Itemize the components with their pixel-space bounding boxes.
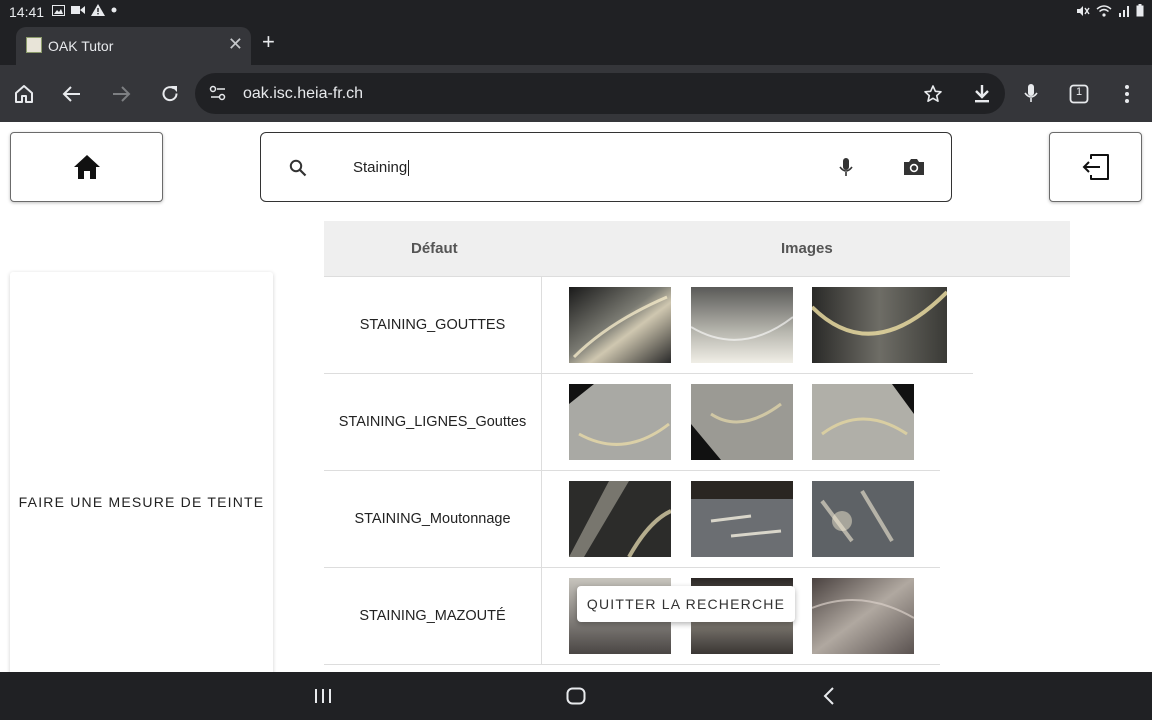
home-icon[interactable] [11,81,37,107]
mute-icon [1077,5,1090,16]
table-header: Défaut Images [324,221,1070,277]
defect-name: STAINING_MAZOUTÉ [324,568,542,664]
close-tab-icon[interactable]: ✕ [228,34,243,55]
more-menu-icon[interactable] [1114,81,1140,107]
forward-icon[interactable] [108,81,134,107]
text-caret [408,160,410,177]
image-notification-icon [52,4,65,16]
address-bar[interactable]: oak.isc.heia-fr.ch [195,73,1005,114]
defect-name: STAINING_Moutonnage [324,471,542,567]
bookmark-star-icon[interactable] [920,81,946,107]
defect-image[interactable] [812,384,914,460]
defect-image[interactable] [569,287,671,363]
video-notification-icon [71,6,85,14]
camera-icon [904,159,924,175]
signal-icon [1119,5,1129,17]
defect-image[interactable] [691,384,793,460]
defect-image[interactable] [691,481,793,557]
defect-image[interactable] [569,481,671,557]
home-nav-icon[interactable] [564,684,588,708]
browser-tab[interactable]: OAK Tutor ✕ [16,27,251,65]
tint-measure-button[interactable]: FAIRE UNE MESURE DE TEINTE [10,494,273,510]
logout-icon [1082,154,1109,180]
system-navigation-bar [0,672,1152,720]
defect-image[interactable] [812,578,914,654]
tab-title: OAK Tutor [48,38,114,54]
header-defect: Défaut [411,240,458,257]
back-icon[interactable] [59,81,85,107]
defect-name: STAINING_LIGNES_Gouttes [324,374,542,470]
url-text: oak.isc.heia-fr.ch [243,85,364,102]
recent-apps-icon[interactable] [311,684,335,708]
search-icon [289,159,307,177]
defect-image[interactable] [812,287,947,363]
notification-icons [52,4,117,16]
warning-notification-icon [91,4,105,16]
microphone-icon [839,158,853,176]
quit-search-button[interactable]: QUITTER LA RECHERCHE [577,586,795,622]
defect-image[interactable] [691,287,793,363]
home-button[interactable] [10,132,163,202]
header-images: Images [781,240,833,257]
defect-image[interactable] [569,384,671,460]
web-page: Staining FAIRE UNE MESURE DE TEINTE Défa… [0,122,1152,672]
status-bar: 14:41 [0,0,1152,24]
defect-name: STAINING_GOUTTES [324,277,542,373]
system-status-icons [1076,4,1144,17]
browser-toolbar: oak.isc.heia-fr.ch 1 [0,65,1152,122]
wifi-icon [1096,4,1112,17]
voice-search-icon[interactable] [1018,81,1044,107]
tab-strip: OAK Tutor ✕ [0,24,1152,65]
search-bar[interactable]: Staining [260,132,952,202]
search-input[interactable]: Staining [353,159,410,177]
site-favicon-icon [26,37,42,53]
battery-icon [1136,4,1144,17]
new-tab-icon[interactable]: + [262,29,275,55]
home-icon [73,155,100,179]
table-row[interactable]: STAINING_LIGNES_Gouttes [324,374,940,471]
tab-switcher-button[interactable]: 1 [1066,81,1092,107]
tint-measure-card[interactable]: FAIRE UNE MESURE DE TEINTE [10,272,273,672]
back-nav-icon[interactable] [817,684,841,708]
search-input-value: Staining [353,159,408,176]
table-row[interactable]: STAINING_Moutonnage [324,471,940,568]
download-icon[interactable] [969,81,995,107]
reload-icon[interactable] [157,81,183,107]
dot-notification-icon [111,7,117,13]
defect-image[interactable] [812,481,914,557]
table-row[interactable]: STAINING_GOUTTES [324,277,973,374]
status-time: 14:41 [9,4,45,20]
site-settings-icon [209,85,226,101]
tab-count: 1 [1075,86,1083,98]
logout-button[interactable] [1049,132,1142,202]
